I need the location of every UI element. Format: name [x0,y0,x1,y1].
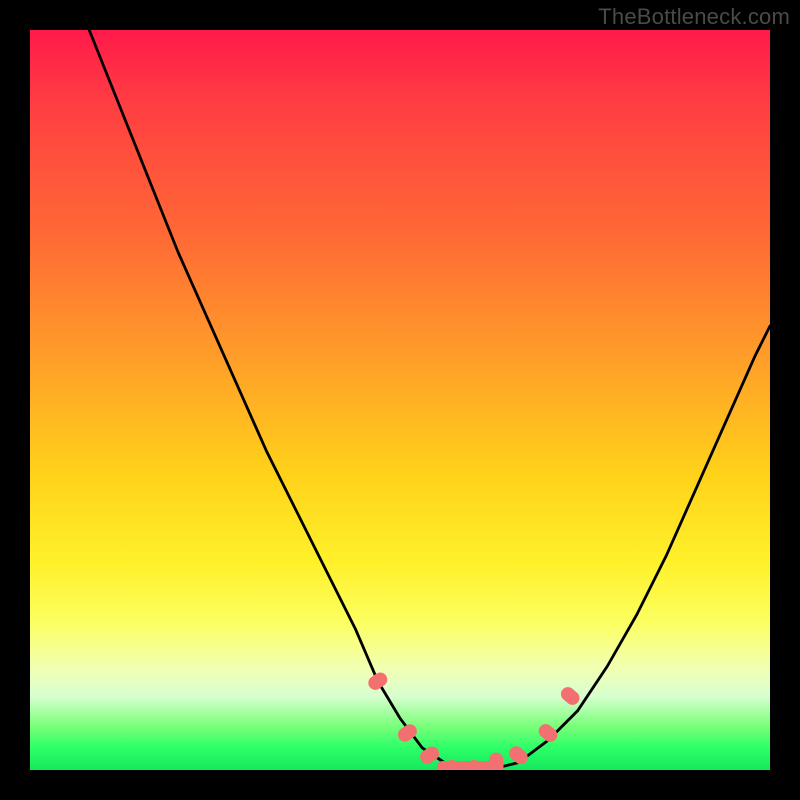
chart-frame: TheBottleneck.com [0,0,800,800]
curve-marker-0 [366,670,390,693]
curve-marker-5 [489,753,503,770]
bottleneck-curve-svg [30,30,770,770]
markers-group [366,670,583,770]
curve-group [89,30,770,770]
chart-plot-area [30,30,770,770]
watermark-text: TheBottleneck.com [598,4,790,30]
bottleneck-curve-path [89,30,770,770]
curve-marker-8 [558,684,582,708]
curve-marker-7 [536,721,560,745]
